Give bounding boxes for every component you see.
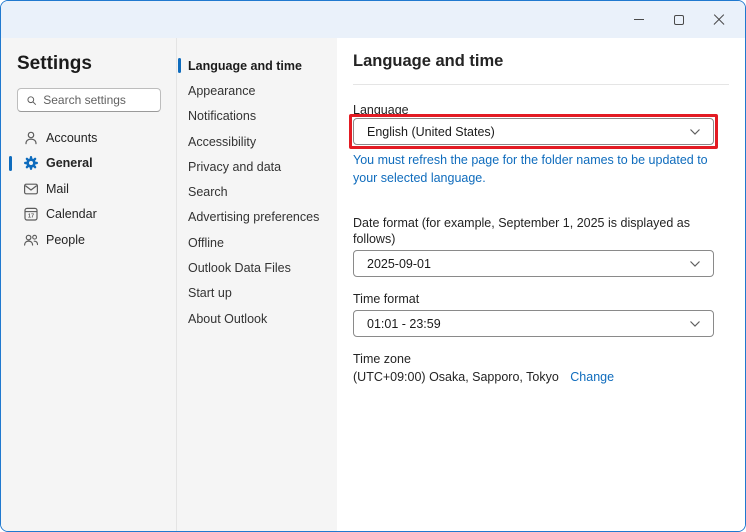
- selection-bar: [9, 156, 12, 172]
- close-button[interactable]: [699, 5, 739, 35]
- category-outlook-data-files[interactable]: Outlook Data Files: [177, 255, 337, 280]
- category-accessibility[interactable]: Accessibility: [177, 129, 337, 154]
- selection-bar: [178, 58, 181, 73]
- maximize-icon: [674, 15, 684, 25]
- category-start-up[interactable]: Start up: [177, 281, 337, 306]
- date-format-dropdown[interactable]: 2025-09-01: [353, 250, 714, 277]
- titlebar: [1, 1, 745, 38]
- category-privacy-and-data[interactable]: Privacy and data: [177, 154, 337, 179]
- settings-title: Settings: [1, 53, 176, 75]
- minimize-icon: [634, 19, 644, 20]
- sidebar-item-label: Accounts: [46, 131, 97, 145]
- language-field-group: Language English (United States) You mus…: [353, 102, 729, 187]
- language-refresh-note: You must refresh the page for the folder…: [353, 152, 729, 187]
- settings-categories: Language and time Appearance Notificatio…: [177, 38, 337, 532]
- date-format-field-group: Date format (for example, September 1, 2…: [353, 215, 729, 277]
- date-format-label: Date format (for example, September 1, 2…: [353, 215, 729, 247]
- minimize-button[interactable]: [619, 5, 659, 35]
- chevron-down-icon: [689, 128, 701, 136]
- category-about-outlook[interactable]: About Outlook: [177, 306, 337, 331]
- category-appearance[interactable]: Appearance: [177, 78, 337, 103]
- page-title: Language and time: [353, 52, 729, 71]
- category-label: Search: [188, 185, 228, 199]
- category-label: Language and time: [188, 59, 302, 73]
- category-label: Appearance: [188, 84, 255, 98]
- category-language-and-time[interactable]: Language and time: [177, 53, 337, 78]
- sidebar-item-accounts[interactable]: Accounts: [9, 125, 172, 151]
- search-settings-input[interactable]: [43, 93, 152, 107]
- time-zone-change-link[interactable]: Change: [570, 370, 614, 384]
- category-label: Accessibility: [188, 135, 256, 149]
- search-icon: [26, 94, 37, 107]
- time-zone-field-group: Time zone (UTC+09:00) Osaka, Sapporo, To…: [353, 351, 729, 384]
- search-settings-box: [17, 88, 161, 112]
- sidebar-nav: Accounts General: [1, 125, 176, 253]
- language-value: English (United States): [367, 125, 495, 139]
- time-zone-value: (UTC+09:00) Osaka, Sapporo, Tokyo: [353, 370, 559, 384]
- sidebar-item-label: Calendar: [46, 207, 97, 221]
- category-label: Privacy and data: [188, 160, 281, 174]
- category-label: Start up: [188, 286, 232, 300]
- svg-text:17: 17: [28, 214, 34, 220]
- settings-sidebar: Settings Accounts: [1, 38, 177, 532]
- time-format-dropdown[interactable]: 01:01 - 23:59: [353, 310, 714, 337]
- category-label: Advertising preferences: [188, 210, 319, 224]
- category-offline[interactable]: Offline: [177, 230, 337, 255]
- close-icon: [713, 14, 725, 26]
- language-dropdown[interactable]: English (United States): [353, 118, 714, 145]
- maximize-button[interactable]: [659, 5, 699, 35]
- chevron-down-icon: [689, 320, 701, 328]
- time-format-field-group: Time format 01:01 - 23:59: [353, 291, 729, 337]
- sidebar-item-mail[interactable]: Mail: [9, 176, 172, 202]
- time-format-value: 01:01 - 23:59: [367, 317, 441, 331]
- red-highlight-box: English (United States): [349, 114, 718, 149]
- category-search[interactable]: Search: [177, 179, 337, 204]
- settings-window: Settings Accounts: [0, 0, 746, 532]
- settings-content-pane: Language and time Language English (Unit…: [337, 38, 745, 532]
- sidebar-item-label: General: [46, 156, 93, 170]
- category-label: Outlook Data Files: [188, 261, 291, 275]
- category-notifications[interactable]: Notifications: [177, 104, 337, 129]
- time-format-label: Time format: [353, 291, 729, 307]
- sidebar-item-people[interactable]: People: [9, 227, 172, 253]
- sidebar-item-general[interactable]: General: [9, 151, 172, 177]
- people-icon: [23, 232, 39, 248]
- date-format-value: 2025-09-01: [367, 257, 431, 271]
- chevron-down-icon: [689, 260, 701, 268]
- calendar-icon: 17: [23, 206, 39, 222]
- category-label: Notifications: [188, 109, 256, 123]
- category-advertising-preferences[interactable]: Advertising preferences: [177, 205, 337, 230]
- sidebar-item-calendar[interactable]: 17 Calendar: [9, 202, 172, 228]
- person-icon: [23, 130, 39, 146]
- sidebar-item-label: Mail: [46, 182, 69, 196]
- gear-icon: [23, 155, 39, 171]
- category-label: Offline: [188, 236, 224, 250]
- sidebar-item-label: People: [46, 233, 85, 247]
- category-label: About Outlook: [188, 312, 267, 326]
- time-zone-label: Time zone: [353, 351, 729, 367]
- mail-icon: [23, 181, 39, 197]
